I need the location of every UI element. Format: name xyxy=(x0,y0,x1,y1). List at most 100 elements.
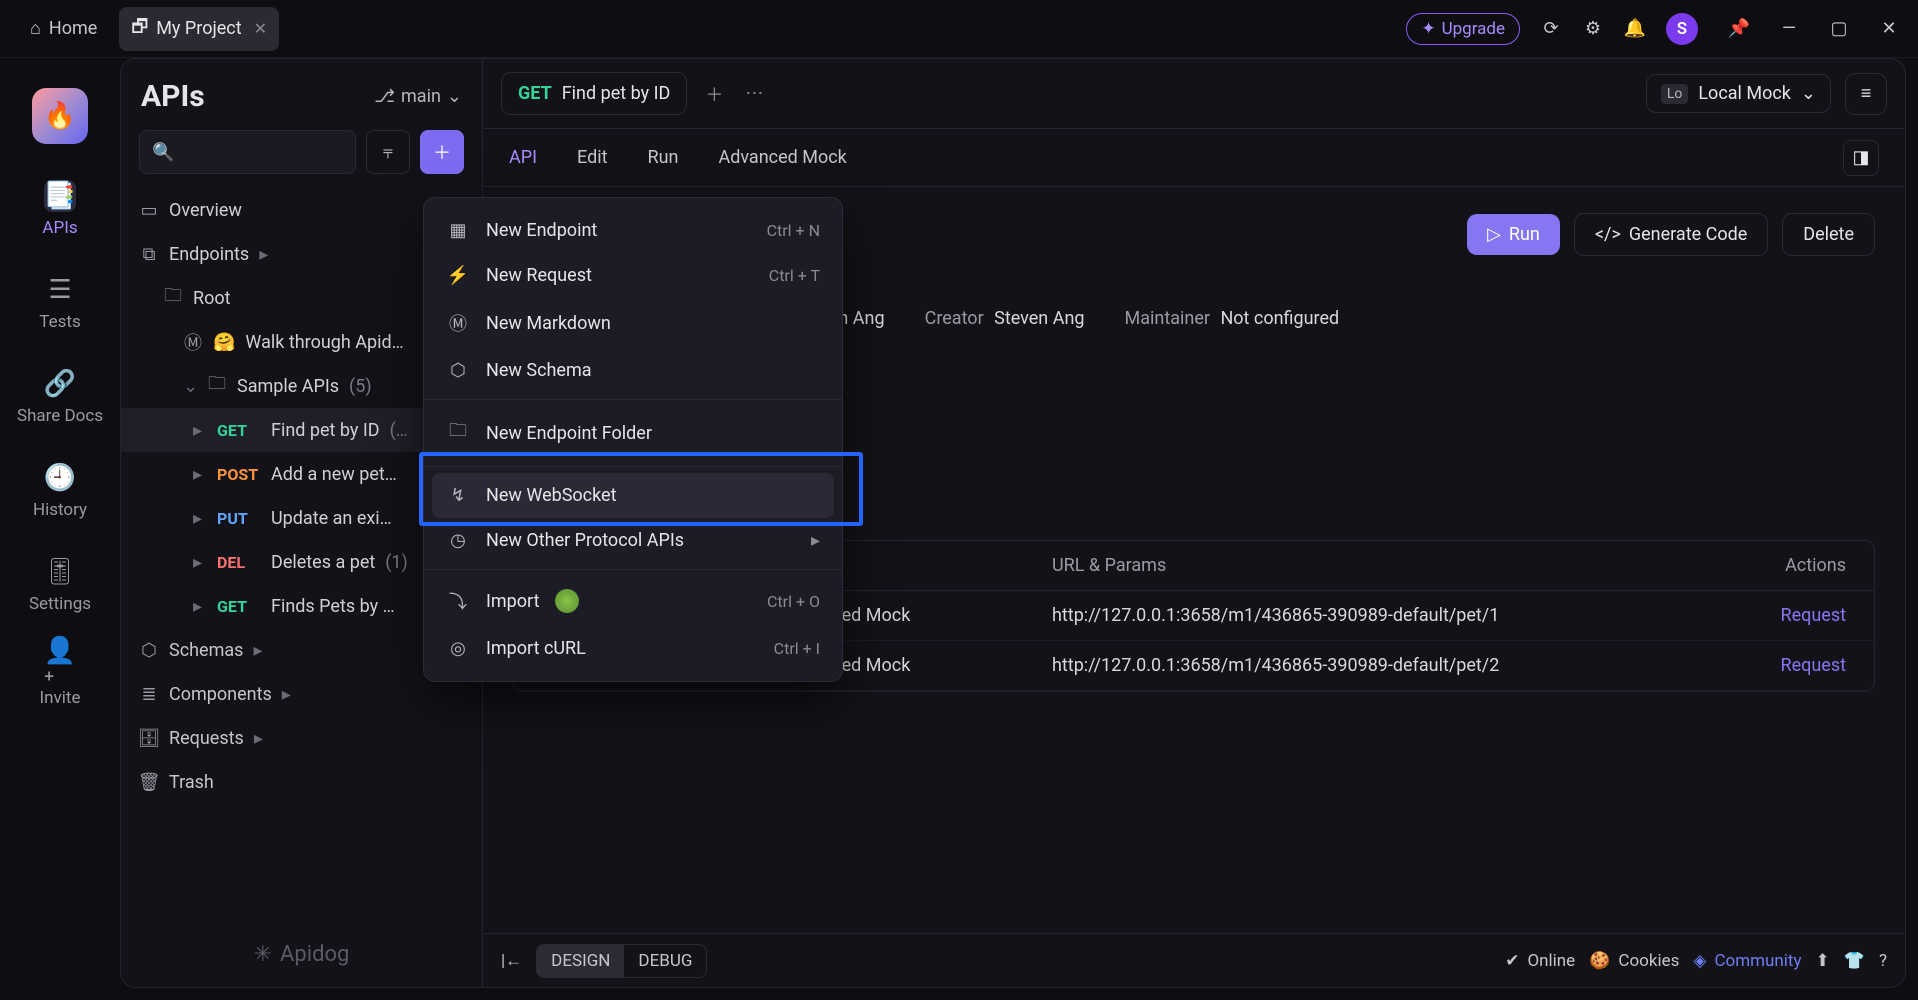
endpoint-count: (1) xyxy=(385,552,408,573)
home-button[interactable]: ⌂ Home xyxy=(20,12,107,45)
label: New Schema xyxy=(486,360,592,381)
chevron-right-icon: ▸ xyxy=(259,244,273,265)
menu-new-endpoint[interactable]: ▦ New Endpoint Ctrl + N xyxy=(424,208,842,253)
app-logo[interactable]: 🔥 xyxy=(32,88,88,144)
add-button[interactable]: ＋ xyxy=(420,130,464,174)
rail-label: APIs xyxy=(42,218,77,238)
bell-icon[interactable]: 🔔 xyxy=(1624,18,1646,40)
chevron-right-icon: ▸ xyxy=(253,640,267,661)
request-link[interactable]: Request xyxy=(1716,605,1856,626)
upgrade-button[interactable]: ✦ Upgrade xyxy=(1406,13,1520,45)
help-icon[interactable]: ? xyxy=(1879,951,1887,971)
filter-icon: ⫧ xyxy=(383,142,393,163)
menu-import-curl[interactable]: ◎ Import cURL Ctrl + I xyxy=(424,626,842,671)
menu-new-schema[interactable]: ⬡ New Schema xyxy=(424,348,842,393)
label: New Request xyxy=(486,265,592,286)
endpoint-label: Update an exi… xyxy=(271,508,392,529)
rail-item-share-docs[interactable]: 🔗 Share Docs xyxy=(17,368,103,426)
environment-selector[interactable]: Lo Local Mock ⌄ xyxy=(1646,74,1831,113)
titlebar-right: ✦ Upgrade ⟳ ⚙ 🔔 S 📌 — ▢ ✕ xyxy=(1406,13,1898,45)
settings-gear-icon[interactable]: ⚙ xyxy=(1582,18,1604,40)
rail-item-tests[interactable]: ☰ Tests xyxy=(39,274,80,332)
brand-icon: ✳ xyxy=(254,942,272,967)
menu-new-request[interactable]: ⚡ New Request Ctrl + T xyxy=(424,253,842,298)
window-minimize-icon[interactable]: — xyxy=(1780,20,1798,38)
menu-new-folder[interactable]: 🗀 New Endpoint Folder xyxy=(424,406,842,460)
walkthrough-label: Walk through Apid… xyxy=(245,332,403,353)
shirt-icon[interactable]: 👕 xyxy=(1844,951,1865,971)
filter-button[interactable]: ⫧ xyxy=(366,130,410,174)
cookies-button[interactable]: 🍪Cookies xyxy=(1589,951,1679,971)
menu-import[interactable]: ⤵ Import Ctrl + O xyxy=(424,576,842,626)
method-badge: GET xyxy=(217,421,261,440)
label: New Endpoint xyxy=(486,220,597,241)
db-icon: 🗄 xyxy=(139,728,159,749)
run-button[interactable]: ▷ Run xyxy=(1467,214,1560,255)
method-badge: GET xyxy=(217,597,261,616)
new-tab-button[interactable]: ＋ xyxy=(701,81,727,107)
menu-new-markdown[interactable]: Ⓜ New Markdown xyxy=(424,298,842,348)
sidebar-trash[interactable]: 🗑 Trash xyxy=(121,760,482,804)
subtab-advanced-mock[interactable]: Advanced Mock xyxy=(718,147,846,168)
cell-url: http://127.0.0.1:3658/m1/436865-390989-d… xyxy=(1052,655,1716,676)
sidebar-requests[interactable]: 🗄 Requests ▸ xyxy=(121,716,482,760)
subtab-edit[interactable]: Edit xyxy=(577,147,607,168)
chevron-right-icon: ▸ xyxy=(193,420,207,441)
refresh-icon[interactable]: ⟳ xyxy=(1540,18,1562,40)
rail-item-invite[interactable]: 👤⁺ Invite xyxy=(40,650,81,708)
hamburger-icon[interactable]: ≡ xyxy=(1845,73,1887,115)
history-icon: 🕘 xyxy=(44,462,76,494)
page-tab[interactable]: GET Find pet by ID xyxy=(501,72,687,115)
pin-icon[interactable]: 📌 xyxy=(1730,20,1748,38)
rail-item-settings[interactable]: 🎚 Settings xyxy=(29,556,91,614)
rail-item-history[interactable]: 🕘 History xyxy=(33,462,87,520)
sparkle-icon: ✦ xyxy=(1421,19,1435,39)
code-icon: </> xyxy=(1595,224,1621,245)
branch-selector[interactable]: ⎇ main ⌄ xyxy=(374,86,462,107)
panel-toggle-icon[interactable]: ◨ xyxy=(1843,140,1879,176)
root-label: Root xyxy=(193,288,231,309)
rail-item-apis[interactable]: 📑 APIs xyxy=(42,180,77,238)
request-link[interactable]: Request xyxy=(1716,655,1856,676)
subtab-run[interactable]: Run xyxy=(647,147,678,168)
collapse-icon[interactable]: |← xyxy=(501,951,522,971)
label: Import cURL xyxy=(486,638,586,659)
endpoint-label: Find pet by ID xyxy=(271,420,380,441)
search-input[interactable]: 🔍 xyxy=(139,130,356,174)
status-online[interactable]: ✔Online xyxy=(1505,951,1575,971)
avatar[interactable]: S xyxy=(1666,13,1698,45)
project-tab[interactable]: 🗗 My Project ✕ xyxy=(119,7,279,51)
chevron-right-icon: ▸ xyxy=(254,728,268,749)
brand-label: Apidog xyxy=(280,942,349,967)
tab-more-icon[interactable]: ⋯ xyxy=(741,81,767,107)
chevron-right-icon: ▸ xyxy=(193,552,207,573)
stack-icon: ≣ xyxy=(139,684,159,705)
generate-code-button[interactable]: </> Generate Code xyxy=(1574,213,1768,256)
th-url: URL & Params xyxy=(1052,555,1716,576)
seg-design[interactable]: DESIGN xyxy=(537,945,624,977)
window-maximize-icon[interactable]: ▢ xyxy=(1830,20,1848,38)
window-close-icon[interactable]: ✕ xyxy=(1880,20,1898,38)
branch-icon: ⎇ xyxy=(374,86,395,107)
menu-other-protocol[interactable]: ◷ New Other Protocol APIs ▸ xyxy=(424,518,842,563)
add-menu: ▦ New Endpoint Ctrl + N ⚡ New Request Ct… xyxy=(423,197,843,682)
endpoint-count: (… xyxy=(390,420,408,441)
delete-button[interactable]: Delete xyxy=(1782,213,1875,256)
meta-creator: Creator Steven Ang xyxy=(925,308,1085,329)
close-tab-icon[interactable]: ✕ xyxy=(254,19,267,38)
community-link[interactable]: ◈Community xyxy=(1693,951,1801,971)
endpoint-label: Deletes a pet xyxy=(271,552,375,573)
upload-icon[interactable]: ⬆ xyxy=(1816,951,1830,971)
chevron-right-icon: ▸ xyxy=(193,508,207,529)
overview-icon: ▭ xyxy=(139,200,159,221)
subtab-api[interactable]: API xyxy=(509,147,537,168)
chevron-down-icon: ⌄ xyxy=(447,86,462,107)
run-label: Run xyxy=(1509,224,1540,245)
label: New Endpoint Folder xyxy=(486,423,652,444)
menu-new-websocket[interactable]: ↯ New WebSocket xyxy=(432,473,834,518)
rail-label: Invite xyxy=(40,688,81,708)
seg-debug[interactable]: DEBUG xyxy=(624,945,706,977)
trash-icon: 🗑 xyxy=(139,772,159,793)
shortcut: Ctrl + I xyxy=(774,639,820,658)
sidebar-footer: ✳ Apidog xyxy=(121,922,482,987)
